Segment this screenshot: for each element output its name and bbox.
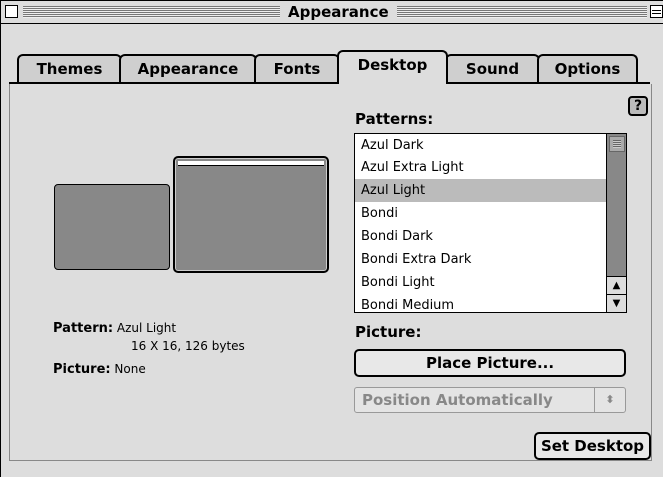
collapse-box-icon[interactable] [650, 5, 663, 18]
position-popup[interactable]: Position Automatically ⬍ [354, 387, 626, 413]
place-picture-button[interactable]: Place Picture... [354, 349, 626, 377]
tab-appearance[interactable]: Appearance [119, 54, 257, 82]
pattern-info-key: Pattern: [53, 321, 114, 336]
pattern-preview [54, 184, 170, 270]
pattern-info-detail: 16 X 16, 126 bytes [131, 339, 245, 353]
close-box-icon[interactable] [5, 5, 18, 18]
list-item[interactable]: Bondi [355, 202, 607, 225]
tab-options[interactable]: Options [537, 54, 638, 82]
pattern-info: Pattern: Azul Light [53, 321, 176, 336]
tab-desktop[interactable]: Desktop [337, 50, 448, 84]
list-item[interactable]: Bondi Light [355, 271, 607, 294]
position-popup-value: Position Automatically [362, 391, 553, 409]
set-desktop-button[interactable]: Set Desktop [534, 432, 651, 460]
window-title: Appearance [280, 3, 397, 21]
patterns-label: Patterns: [355, 110, 434, 128]
picture-info-value: None [114, 362, 146, 376]
list-item[interactable]: Bondi Medium [355, 294, 607, 312]
picture-label: Picture: [355, 323, 422, 341]
scroll-up-arrow-icon[interactable]: ▲ [607, 276, 626, 294]
patterns-list[interactable]: Azul Dark Azul Extra Light Azul Light Bo… [354, 133, 627, 313]
pattern-info-value: Azul Light [116, 321, 177, 335]
popup-arrows-icon: ⬍ [594, 388, 625, 412]
scroll-thumb[interactable] [609, 136, 625, 152]
tab-sound[interactable]: Sound [445, 54, 540, 82]
tab-themes[interactable]: Themes [17, 54, 122, 82]
list-item[interactable]: Bondi Extra Dark [355, 248, 607, 271]
list-item[interactable]: Azul Dark [355, 134, 607, 157]
title-bar[interactable]: Appearance [1, 1, 663, 24]
scroll-down-arrow-icon[interactable]: ▼ [607, 294, 626, 312]
picture-info-key: Picture: [53, 362, 111, 377]
list-item[interactable]: Azul Extra Light [355, 156, 607, 179]
patterns-scrollbar[interactable]: ▲ ▼ [606, 134, 626, 312]
tab-fonts[interactable]: Fonts [254, 54, 340, 82]
list-item-selected[interactable]: Azul Light [355, 179, 607, 202]
desktop-preview [173, 156, 329, 273]
help-icon[interactable]: ? [628, 96, 648, 116]
list-item[interactable]: Bondi Dark [355, 225, 607, 248]
picture-info: Picture: None [53, 362, 146, 377]
desktop-preview-menubar [178, 161, 324, 166]
appearance-window: Appearance Themes Appearance Fonts Deskt… [0, 0, 663, 477]
